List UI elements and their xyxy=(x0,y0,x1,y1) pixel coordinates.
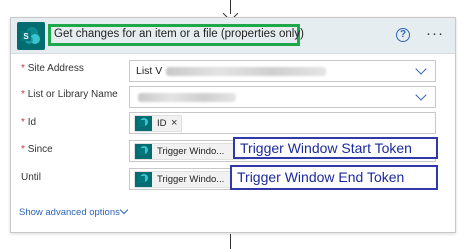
until-label: Until xyxy=(21,172,42,183)
action-title[interactable]: Get changes for an item or a file (prope… xyxy=(54,28,304,40)
action-title-highlight: Get changes for an item or a file (prope… xyxy=(48,24,304,46)
redacted-value xyxy=(138,93,236,102)
sharepoint-icon: S xyxy=(17,22,45,50)
more-options-icon[interactable]: ··· xyxy=(426,26,444,41)
annotation-start-token: Trigger Window Start Token xyxy=(233,137,438,159)
remove-token-icon[interactable]: × xyxy=(171,117,177,129)
sharepoint-icon xyxy=(135,172,152,187)
svg-text:S: S xyxy=(23,32,29,41)
annotation-end-token: Trigger Window End Token xyxy=(230,165,438,190)
list-library-dropdown[interactable] xyxy=(129,86,436,108)
list-library-label: * List or Library Name xyxy=(21,89,118,100)
show-advanced-options-link[interactable]: Show advanced options xyxy=(19,207,120,218)
sharepoint-icon xyxy=(135,116,152,131)
action-card: S Get changes for an item or a file (pro… xyxy=(10,17,456,233)
since-label: * Since xyxy=(21,144,53,155)
action-header[interactable]: S Get changes for an item or a file (pro… xyxy=(11,18,455,54)
site-address-label: * Site Address xyxy=(21,63,84,74)
since-token-label: Trigger Windo... xyxy=(157,146,225,157)
help-icon[interactable]: ? xyxy=(396,28,410,42)
chevron-down-icon[interactable] xyxy=(119,205,129,215)
id-field[interactable]: ID × xyxy=(129,112,436,134)
id-token[interactable]: ID × xyxy=(134,115,182,132)
chevron-down-icon[interactable] xyxy=(415,89,427,101)
chevron-down-icon[interactable] xyxy=(415,63,427,75)
redacted-value xyxy=(166,67,326,76)
sharepoint-icon xyxy=(135,144,152,159)
site-address-value: List V xyxy=(136,65,163,77)
until-token-label: Trigger Windo... xyxy=(157,174,225,185)
connector-line-bottom xyxy=(230,234,231,249)
site-address-dropdown[interactable]: List V xyxy=(129,60,436,82)
id-token-label: ID xyxy=(157,118,167,129)
since-token[interactable]: Trigger Windo... × xyxy=(134,143,246,160)
id-label: * Id xyxy=(21,117,37,128)
